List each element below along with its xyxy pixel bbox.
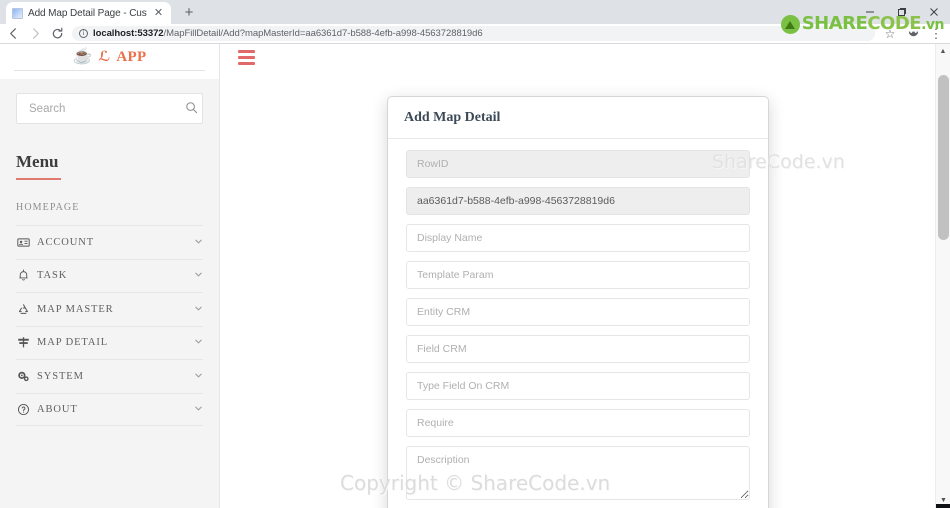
scrollbar-track-end bbox=[936, 504, 950, 508]
address-bar[interactable]: i localhost:53372/MapFillDetail/Add?mapM… bbox=[72, 26, 875, 41]
bookmark-star-icon[interactable]: ☆ bbox=[882, 26, 898, 42]
field-crm-input[interactable] bbox=[406, 335, 750, 363]
search-icon[interactable] bbox=[185, 101, 198, 117]
close-window-icon[interactable] bbox=[918, 0, 950, 24]
chevron-down-icon[interactable] bbox=[193, 404, 203, 415]
url-host: localhost:53372 bbox=[93, 28, 164, 39]
brand-area: ☕ ℒ APP bbox=[0, 44, 219, 79]
chevron-down-icon[interactable] bbox=[193, 371, 203, 382]
display-name-input[interactable] bbox=[406, 224, 750, 252]
brand-divider bbox=[14, 70, 205, 71]
browser-tab[interactable]: Add Map Detail Page - Custome ✕ bbox=[6, 2, 171, 24]
recycle-icon bbox=[16, 303, 30, 316]
chevron-down-icon[interactable] bbox=[193, 237, 203, 248]
id-card-icon bbox=[16, 236, 30, 249]
back-icon[interactable] bbox=[6, 26, 21, 41]
url-path: /MapFillDetail/Add?mapMasterId=aa6361d7-… bbox=[163, 28, 483, 39]
entity-crm-input[interactable] bbox=[406, 298, 750, 326]
sidebar-item-system[interactable]: SYSTEM bbox=[16, 359, 203, 393]
hamburger-bar bbox=[238, 56, 255, 59]
url-text: localhost:53372/MapFillDetail/Add?mapMas… bbox=[93, 28, 483, 39]
chevron-down-icon[interactable] bbox=[193, 304, 203, 315]
sidebar-item-label: SYSTEM bbox=[37, 370, 84, 382]
signpost-icon bbox=[16, 336, 30, 349]
browser-menu-icon[interactable]: ⋮ bbox=[928, 26, 944, 42]
brand-glyph-icon: ℒ bbox=[98, 49, 111, 65]
forward-icon[interactable] bbox=[28, 26, 43, 41]
sidebar-item-account[interactable]: ACCOUNT bbox=[16, 225, 203, 259]
menu-heading: Menu bbox=[16, 152, 59, 171]
scroll-up-arrow-icon[interactable]: ▲ bbox=[936, 44, 950, 59]
window-controls bbox=[854, 0, 950, 24]
coffee-cup-icon: ☕ bbox=[72, 48, 93, 65]
reload-icon[interactable] bbox=[50, 26, 65, 41]
gears-icon bbox=[16, 370, 30, 383]
tab-strip: Add Map Detail Page - Custome ✕ + bbox=[0, 0, 950, 24]
search-input[interactable] bbox=[27, 101, 185, 116]
sidebar-item-label: MAP MASTER bbox=[37, 303, 114, 315]
description-textarea[interactable] bbox=[406, 446, 750, 500]
template-param-input[interactable] bbox=[406, 261, 750, 289]
sidebar-item-task[interactable]: TASK bbox=[16, 258, 203, 293]
chevron-down-icon[interactable] bbox=[193, 337, 203, 348]
sidebar-item-about[interactable]: ABOUT bbox=[16, 392, 203, 426]
require-input[interactable] bbox=[406, 409, 750, 437]
modal-title: Add Map Detail bbox=[404, 110, 501, 125]
modal-body: SAVE bbox=[388, 139, 768, 508]
page-favicon bbox=[12, 7, 23, 19]
search-area bbox=[0, 79, 219, 124]
scrollbar-thumb[interactable] bbox=[938, 75, 949, 240]
minimize-icon[interactable] bbox=[854, 0, 886, 24]
rowid-input[interactable] bbox=[406, 150, 750, 178]
sidebar-nav: HOMEPAGE ACCOUNT TASK MAP MASTER MAP DET… bbox=[0, 180, 219, 426]
hamburger-bar bbox=[238, 62, 255, 65]
modal-header: Add Map Detail bbox=[388, 97, 768, 139]
hamburger-bar bbox=[238, 50, 255, 53]
map-master-id-input[interactable] bbox=[406, 187, 750, 215]
search-box[interactable] bbox=[16, 93, 203, 124]
sidebar-item-label: TASK bbox=[37, 270, 68, 282]
close-icon[interactable]: ✕ bbox=[152, 7, 165, 20]
maximize-icon[interactable] bbox=[886, 0, 918, 24]
tab-title: Add Map Detail Page - Custome bbox=[28, 7, 147, 19]
menu-heading-area: Menu bbox=[0, 124, 219, 180]
sidebar-item-label: MAP DETAIL bbox=[37, 337, 109, 349]
browser-window: Add Map Detail Page - Custome ✕ + bbox=[0, 0, 950, 508]
site-info-icon[interactable]: i bbox=[79, 29, 88, 38]
sidebar-item-label: ABOUT bbox=[37, 403, 78, 415]
brand-logo[interactable]: ☕ ℒ APP bbox=[0, 44, 219, 70]
sidebar-item-label: ACCOUNT bbox=[37, 236, 95, 248]
profile-avatar-icon[interactable] bbox=[905, 26, 921, 42]
brand-title: APP bbox=[116, 48, 147, 65]
page-viewport: ☕ ℒ APP Menu HOMEPAGE bbox=[0, 44, 950, 508]
browser-toolbar: i localhost:53372/MapFillDetail/Add?mapM… bbox=[0, 24, 950, 44]
sidebar: ☕ ℒ APP Menu HOMEPAGE bbox=[0, 44, 220, 508]
new-tab-button[interactable]: + bbox=[179, 4, 199, 24]
hamburger-menu-icon[interactable] bbox=[238, 50, 255, 68]
nav-section-homepage[interactable]: HOMEPAGE bbox=[16, 202, 203, 225]
question-icon bbox=[16, 403, 30, 416]
sidebar-item-map-master[interactable]: MAP MASTER bbox=[16, 292, 203, 326]
chevron-down-icon[interactable] bbox=[193, 270, 203, 281]
sidebar-item-map-detail[interactable]: MAP DETAIL bbox=[16, 325, 203, 360]
page-scrollbar[interactable]: ▲ ▼ bbox=[935, 44, 950, 508]
bell-icon bbox=[16, 269, 30, 282]
type-field-on-crm-input[interactable] bbox=[406, 372, 750, 400]
add-map-detail-modal: Add Map Detail SAVE bbox=[387, 96, 769, 508]
